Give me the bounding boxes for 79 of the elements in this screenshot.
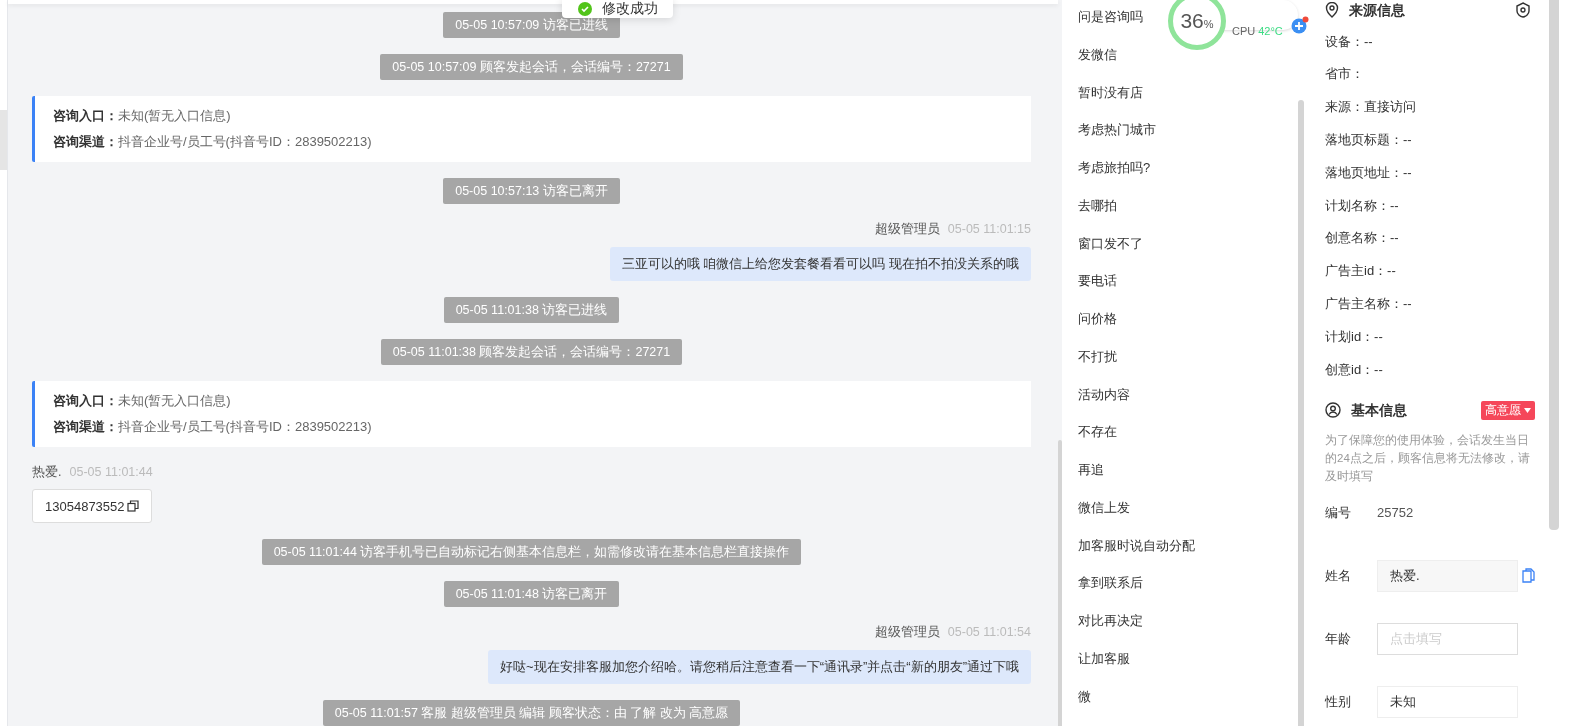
message-bubble: 三亚可以的哦 咱微信上给您发套餐看看可以吗 现在拍不拍没关系的哦 bbox=[609, 246, 1031, 281]
message-time: 05-05 11:01:44 bbox=[69, 463, 153, 481]
name-field[interactable]: 热爱. bbox=[1377, 559, 1518, 592]
info-row-text: 广告主id：-- bbox=[1325, 262, 1397, 281]
section-title: 基本信息 bbox=[1351, 400, 1407, 420]
info-row-text: 计划名称：-- bbox=[1325, 196, 1400, 215]
quick-reply-item[interactable]: 暂时没有店 bbox=[1078, 73, 1143, 112]
info-row-text: 创意名称：-- bbox=[1325, 229, 1400, 248]
field-value: 抖音企业号/员工号(抖音号ID：2839502213) bbox=[118, 132, 372, 151]
scroll-thumb[interactable] bbox=[1058, 440, 1062, 726]
field-value: 未知(暂无入口信息) bbox=[118, 392, 231, 410]
info-row-text: 落地页地址：-- bbox=[1325, 163, 1413, 182]
field-value: 25752 bbox=[1377, 504, 1414, 522]
sender-name: 超级管理员 bbox=[874, 624, 940, 642]
intent-dropdown[interactable]: 高意愿 bbox=[1481, 400, 1535, 420]
system-message: 05-05 11:01:38 顾客发起会话，会话编号：27271 bbox=[380, 338, 683, 365]
select-field[interactable]: 未知 bbox=[1377, 685, 1518, 718]
message-time: 05-05 11:01:15 bbox=[947, 220, 1031, 238]
field-label: 年龄 bbox=[1325, 630, 1352, 648]
user-icon bbox=[1325, 402, 1341, 419]
system-message: 05-05 11:01:48 访客已离开 bbox=[443, 581, 620, 608]
usage-unit: % bbox=[1203, 17, 1214, 32]
copy-icon[interactable] bbox=[126, 500, 139, 513]
location-pin-icon bbox=[1325, 2, 1339, 18]
phone-number: 13054873552 bbox=[45, 497, 125, 516]
quick-reply-item[interactable]: 发微信 bbox=[1078, 35, 1117, 74]
notice-text: 为了保障您的使用体验，会话发生当日的24点之后，顾客信息将无法修改，请及时填写 bbox=[1325, 432, 1531, 484]
quick-reply-item[interactable]: 不打扰 bbox=[1078, 337, 1117, 376]
cpu-label: CPU bbox=[1232, 23, 1256, 39]
field-label: 咨询渠道： bbox=[53, 132, 118, 151]
plus-icon[interactable] bbox=[1290, 16, 1309, 34]
quick-reply-item[interactable]: 再追 bbox=[1078, 451, 1104, 489]
field-label: 咨询渠道： bbox=[53, 417, 118, 436]
sender-name: 热爱. bbox=[32, 463, 62, 481]
quick-reply-item[interactable]: 让加客服 bbox=[1078, 639, 1130, 678]
scroll-thumb[interactable] bbox=[1298, 100, 1304, 726]
quick-reply-item[interactable]: 微 bbox=[1078, 677, 1091, 716]
usage-value: 36 bbox=[1180, 8, 1204, 35]
field-value: 未知(暂无入口信息) bbox=[118, 107, 231, 126]
system-message: 05-05 11:01:44 访客手机号已自动标记右侧基本信息栏，如需修改请在基本信息栏直接操作 bbox=[261, 539, 802, 566]
quick-reply-item[interactable]: 窗口发不了 bbox=[1078, 224, 1143, 263]
quick-reply-item[interactable]: 问价格 bbox=[1078, 300, 1117, 338]
field-value: 抖音企业号/员工号(抖音号ID：2839502213) bbox=[118, 417, 372, 436]
field-label: 姓名 bbox=[1325, 567, 1352, 585]
quick-reply-item[interactable]: 问是咨询吗 bbox=[1078, 0, 1143, 36]
info-row-text: 落地页标题：-- bbox=[1325, 131, 1413, 150]
cpu-temperature: 42°C bbox=[1258, 23, 1283, 39]
quick-reply-item[interactable]: 微信上发 bbox=[1078, 488, 1130, 527]
shield-icon[interactable] bbox=[1515, 2, 1531, 18]
info-row-text: 设备：-- bbox=[1325, 32, 1374, 51]
section-title: 来源信息 bbox=[1349, 0, 1405, 20]
system-message: 05-05 10:57:09 顾客发起会话，会话编号：27271 bbox=[380, 53, 683, 80]
quick-reply-item[interactable]: 不存在 bbox=[1078, 413, 1117, 451]
quick-reply-item[interactable]: 考虑热门城市 bbox=[1078, 111, 1156, 149]
quick-reply-item[interactable]: 活动内容 bbox=[1078, 375, 1130, 414]
system-message: 05-05 10:57:13 访客已离开 bbox=[443, 177, 620, 204]
quick-reply-item[interactable]: 考虑旅拍吗? bbox=[1078, 149, 1151, 187]
info-row-text: 来源：直接访问 bbox=[1325, 98, 1417, 117]
info-row-text: 创意id：-- bbox=[1325, 360, 1384, 379]
field-label: 咨询入口： bbox=[53, 392, 118, 410]
quick-reply-item[interactable]: 要电话 bbox=[1078, 262, 1117, 300]
message-bubble: 好哒~现在安排客服加您介绍哈。请您稍后注意查看一下“通讯录”并点击“新的朋友”通过下哦 bbox=[488, 650, 1031, 684]
quick-reply-item[interactable]: 加客服时说自动分配 bbox=[1078, 526, 1195, 565]
message-time: 05-05 11:01:54 bbox=[947, 624, 1031, 642]
scroll-thumb[interactable] bbox=[1549, 0, 1559, 530]
quick-reply-item[interactable]: 去哪拍 bbox=[1078, 186, 1117, 225]
system-message: 05-05 11:01:57 客服 超级管理员 编辑 顾客状态：由 了解 改为 高意愿 bbox=[322, 700, 741, 726]
system-message: 05-05 11:01:38 访客已进线 bbox=[443, 296, 620, 323]
info-row-text: 广告主名称：-- bbox=[1325, 295, 1413, 313]
quick-reply-item[interactable]: 对比再决定 bbox=[1078, 602, 1143, 640]
info-row-text: 省市： bbox=[1325, 65, 1365, 84]
field-label: 编号 bbox=[1325, 504, 1352, 522]
caret-icon bbox=[1524, 407, 1531, 413]
sender-name: 超级管理员 bbox=[874, 220, 940, 238]
field-label: 咨询入口： bbox=[53, 107, 118, 126]
info-row-text: 计划id：-- bbox=[1325, 327, 1384, 346]
field-label: 性别 bbox=[1325, 693, 1352, 711]
scroll-thumb[interactable] bbox=[0, 110, 7, 170]
quick-reply-item[interactable]: 拿到联系后 bbox=[1078, 564, 1143, 602]
